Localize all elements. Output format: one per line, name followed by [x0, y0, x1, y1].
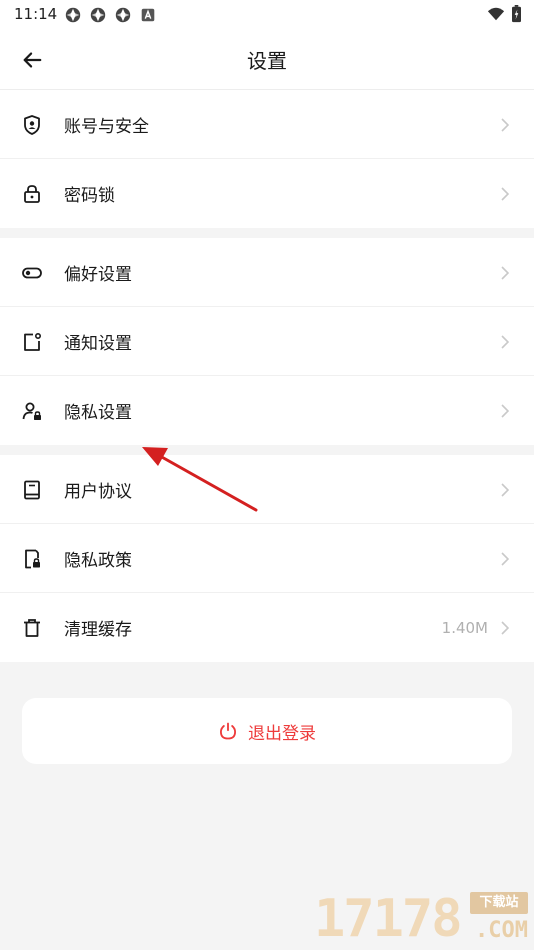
status-right [487, 5, 522, 23]
page-title: 设置 [247, 49, 287, 73]
settings-row-privacy-policy[interactable]: 隐私政策 [0, 524, 534, 593]
watermark-digits: 17178 [314, 889, 463, 949]
settings-row-notifications[interactable]: 通知设置 [0, 307, 534, 376]
settings-row-account-security[interactable]: 账号与安全 [0, 90, 534, 159]
notification-icons [64, 6, 157, 24]
watermark-logo: 17178 下载站 .COM [314, 888, 530, 950]
top-bar: 设置 [0, 30, 534, 90]
settings-group-legal: 用户协议 隐私政策 清理缓存 1.40M [0, 455, 534, 662]
logout-button[interactable]: 退出登录 [22, 698, 512, 764]
chevron-right-icon [501, 335, 510, 349]
chevron-right-icon [501, 621, 510, 635]
trash-icon [24, 619, 40, 637]
settings-row-label: 通知设置 [64, 333, 132, 354]
notification-icon [24, 332, 42, 351]
app-notification-icon [115, 7, 131, 23]
app-notification-icon [90, 7, 106, 23]
shield-user-icon [24, 115, 40, 135]
document-lock-icon [25, 549, 40, 569]
chevron-right-icon [501, 266, 510, 280]
watermark-domain: .COM [475, 918, 528, 943]
settings-row-label: 隐私设置 [64, 403, 132, 423]
lock-icon [24, 185, 40, 203]
settings-row-preferences[interactable]: 偏好设置 [0, 238, 534, 307]
chevron-right-icon [501, 118, 510, 132]
settings-row-label: 用户协议 [64, 481, 132, 502]
settings-row-privacy-settings[interactable]: 隐私设置 [0, 376, 534, 445]
power-icon [219, 722, 237, 740]
settings-row-label: 隐私政策 [64, 550, 132, 571]
settings-group-preferences: 偏好设置 通知设置 隐私设置 [0, 238, 534, 445]
settings-row-clear-cache[interactable]: 清理缓存 1.40M [0, 593, 534, 662]
settings-row-user-agreement[interactable]: 用户协议 [0, 455, 534, 524]
cache-size-value: 1.40M [441, 618, 488, 637]
user-lock-icon [22, 402, 41, 420]
logout-label: 退出登录 [248, 723, 316, 744]
watermark-badge: 下载站 [470, 892, 528, 914]
chevron-right-icon [501, 187, 510, 201]
a-badge-icon [141, 8, 155, 22]
toggle-icon [22, 267, 42, 279]
settings-row-label: 密码锁 [64, 186, 115, 206]
status-time: 11:14 [14, 5, 58, 23]
chevron-right-icon [501, 483, 510, 497]
book-icon [24, 480, 40, 500]
app-notification-icon [65, 7, 81, 23]
chevron-right-icon [501, 404, 510, 418]
chevron-right-icon [501, 552, 510, 566]
wifi-icon [487, 7, 505, 21]
battery-icon [512, 5, 521, 23]
settings-group-account: 账号与安全 密码锁 [0, 90, 534, 228]
settings-row-label: 账号与安全 [64, 116, 149, 137]
status-bar: 11:14 [0, 0, 534, 30]
settings-row-label: 偏好设置 [64, 264, 132, 285]
settings-row-password-lock[interactable]: 密码锁 [0, 159, 534, 228]
settings-row-label: 清理缓存 [64, 620, 132, 640]
